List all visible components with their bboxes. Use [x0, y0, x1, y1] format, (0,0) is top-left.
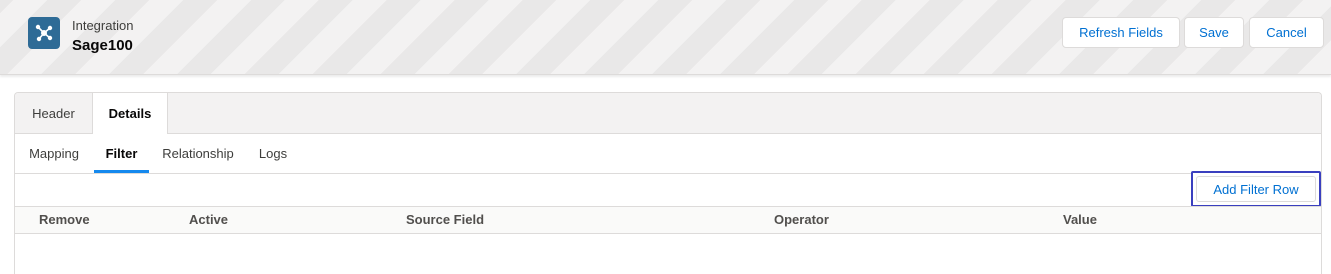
filter-table-header: Remove Active Source Field Operator Valu… [15, 206, 1321, 234]
subtab-filter[interactable]: Filter [94, 134, 149, 173]
tab-header[interactable]: Header [15, 93, 92, 134]
tab-details[interactable]: Details [92, 93, 168, 134]
subtab-relationship[interactable]: Relationship [155, 134, 241, 173]
column-header-active: Active [189, 212, 229, 227]
column-header-value: Value [1063, 212, 1097, 227]
column-header-source-field: Source Field [406, 212, 485, 227]
record-name: Sage100 [72, 37, 133, 54]
record-title-block: Integration Sage100 [72, 18, 133, 56]
subtab-mapping[interactable]: Mapping [21, 134, 87, 173]
integration-card: Header Details Mapping Filter Relationsh… [14, 92, 1322, 274]
add-filter-row-label: Add Filter Row [1196, 176, 1316, 202]
refresh-fields-button[interactable]: Refresh Fields [1062, 17, 1180, 48]
add-filter-row-button[interactable]: Add Filter Row [1191, 171, 1321, 207]
save-button[interactable]: Save [1184, 17, 1244, 48]
cancel-button[interactable]: Cancel [1249, 17, 1324, 48]
detail-sub-tab-bar: Mapping Filter Relationship Logs [15, 134, 1321, 174]
page-header: Integration Sage100 Refresh Fields Save … [0, 0, 1331, 75]
main-tab-bar: Header Details [15, 93, 1321, 134]
column-header-operator: Operator [774, 212, 829, 227]
object-label: Integration [72, 18, 134, 33]
filter-action-row: Add Filter Row [15, 171, 1321, 207]
subtab-logs[interactable]: Logs [253, 134, 293, 173]
column-header-remove: Remove [39, 212, 90, 227]
integration-network-icon [28, 17, 60, 49]
